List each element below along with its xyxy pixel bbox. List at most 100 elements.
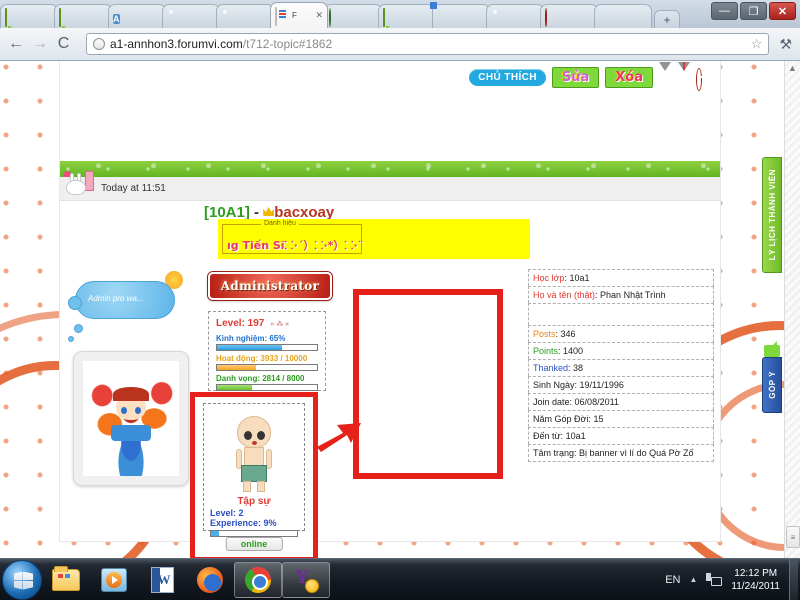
browser-tab-title: F — [292, 11, 297, 20]
page-viewport: CHỦ THÍCH Sửa Xóa Today at 11:51 [10A1] … — [0, 61, 800, 558]
forum-post-toolbar: CHỦ THÍCH Sửa Xóa — [60, 61, 720, 91]
google-icon — [437, 9, 452, 24]
browser-tab-bar: A F ✕ + — ❐ ✕ — [0, 0, 800, 28]
red-drop-icon — [221, 9, 236, 24]
chibi-rank-text: Tập sự — [237, 496, 271, 507]
firefox-taskbar-icon[interactable] — [186, 561, 234, 599]
explorer-taskbar-icon[interactable] — [42, 561, 90, 599]
danh-hieu-fieldset: Danh hiệu ıg Tiến Sĩ⸬·´）⸬·*）⸬·¨ — [222, 220, 363, 254]
info-row-empty — [528, 303, 714, 325]
activity-progress-bar — [216, 364, 318, 371]
red-drop-icon — [491, 9, 506, 24]
side-tab-feedback[interactable]: GÓP Ý — [762, 345, 782, 413]
browser-tab-12[interactable] — [594, 4, 652, 28]
chibi-level-text: Level: 2 — [210, 508, 244, 518]
experience-label: Kinh nghiệm: 65% — [216, 334, 286, 343]
danh-hieu-banner: Danh hiệu ıg Tiến Sĩ⸬·´）⸬·*）⸬·¨ — [218, 219, 530, 259]
side-tab-green-label: LÝ LỊCH THÀNH VIÊN — [767, 169, 777, 261]
system-tray: EN ▲ 12:12 PM 11/24/2011 — [665, 558, 800, 600]
funnel-icon[interactable] — [659, 61, 672, 88]
screen-root: A F ✕ + — ❐ ✕ ← → C a1-annhon3.forumvi.c… — [0, 0, 800, 600]
bunny-mascot-icon — [64, 170, 100, 197]
reputation-label: Danh vọng: 2814 / 8000 — [216, 374, 305, 383]
media-player-taskbar-icon[interactable] — [90, 561, 138, 599]
maximize-button[interactable]: ❐ — [740, 2, 767, 20]
url-host: a1-annhon3.forumvi.com — [110, 37, 243, 51]
browser-tab-4[interactable] — [162, 4, 220, 28]
red-drop-icon — [167, 9, 182, 24]
show-desktop-button[interactable] — [789, 558, 798, 600]
chrome-taskbar-icon[interactable] — [234, 561, 282, 598]
info-row: Sinh Ngày: 19/11/1996 — [528, 376, 714, 393]
green-speech-icon — [59, 8, 74, 27]
clock-date: 11/24/2011 — [731, 580, 780, 592]
speech-bubble-dot — [74, 324, 83, 333]
browser-tab-2[interactable] — [54, 4, 112, 28]
rank-badge-label: Administrator — [220, 279, 320, 293]
avatar — [73, 351, 189, 486]
annotation-rectangle — [353, 289, 503, 479]
browser-tab-7[interactable] — [324, 4, 382, 28]
no-entry-icon[interactable] — [697, 68, 710, 90]
yahoo-messenger-taskbar-icon[interactable]: Y — [282, 561, 330, 598]
delete-post-button[interactable]: Xóa — [605, 66, 653, 88]
info-row: Tâm trạng: Bị banner vì lí do Quá Pờ Zố — [528, 444, 714, 462]
browser-tab-5[interactable] — [216, 4, 274, 28]
browser-tab-3[interactable]: A — [108, 4, 166, 28]
url-path: /t712-topic#1862 — [242, 37, 333, 51]
crown-icon — [263, 207, 275, 216]
browser-tab-8[interactable] — [378, 4, 436, 28]
chat-bubble-icon — [764, 345, 780, 357]
clock-time: 12:12 PM — [734, 567, 778, 579]
info-row: Posts: 346 — [528, 325, 714, 342]
tray-expand-caret-icon[interactable]: ▲ — [690, 575, 698, 584]
side-tab-member-profile[interactable]: LÝ LỊCH THÀNH VIÊN — [762, 157, 782, 273]
chu-thich-button[interactable]: CHỦ THÍCH — [469, 68, 546, 86]
colorful-flower-icon — [599, 9, 614, 24]
address-bar[interactable]: a1-annhon3.forumvi.com/t712-topic#1862 ☆ — [86, 33, 770, 55]
page-globe-icon — [93, 38, 105, 50]
page-scrollbar[interactable]: ▲ ≡ — [784, 61, 800, 558]
avatar-image — [83, 361, 179, 476]
window-controls: — ❐ ✕ — [711, 2, 796, 20]
start-button[interactable] — [2, 559, 42, 600]
reload-button[interactable]: C — [56, 35, 71, 53]
notebook-pencil-icon — [275, 7, 290, 26]
funnel-alert-icon[interactable] — [678, 61, 691, 88]
browser-tab-10[interactable] — [486, 4, 544, 28]
earth-pencil-icon — [329, 8, 344, 27]
chibi-experience-bar — [210, 530, 298, 537]
forward-button[interactable]: → — [32, 35, 48, 53]
minimize-button[interactable]: — — [711, 2, 738, 20]
annotation-arrow-icon — [317, 421, 361, 453]
chibi-avatar-highlight-box: Tập sự Level: 2 Experience: 9% online — [190, 392, 318, 558]
network-icon[interactable] — [706, 573, 723, 586]
browser-tab-1[interactable] — [0, 4, 58, 28]
info-row: Thanked: 38 — [528, 359, 714, 376]
red-bug-icon — [545, 8, 560, 27]
browser-tab-active[interactable]: F ✕ — [270, 2, 328, 28]
wrench-menu-icon[interactable]: ⚒ — [779, 36, 792, 53]
close-window-button[interactable]: ✕ — [769, 2, 796, 20]
info-row: Join date: 06/08/2011 — [528, 393, 714, 410]
scroll-up-arrow-icon[interactable]: ▲ — [788, 63, 797, 73]
bookmark-star-icon[interactable]: ☆ — [751, 36, 763, 52]
scrollbar-thumb[interactable]: ≡ — [786, 526, 800, 548]
clock[interactable]: 12:12 PM 11/24/2011 — [731, 567, 780, 593]
edit-post-button[interactable]: Sửa — [551, 66, 600, 88]
word-taskbar-icon[interactable] — [138, 561, 186, 599]
close-icon[interactable]: ✕ — [315, 10, 323, 21]
online-status-badge: online — [225, 537, 283, 551]
user-info-table: Học lớp: 10a1 Họ và tên (thật): Phan Nhậ… — [528, 269, 714, 462]
info-row: Họ và tên (thật): Phan Nhật Trình — [528, 286, 714, 303]
side-tab-blue-label: GÓP Ý — [767, 371, 777, 399]
chibi-avatar-panel: Tập sự Level: 2 Experience: 9% — [203, 403, 305, 537]
browser-tab-9[interactable] — [432, 4, 490, 28]
back-button[interactable]: ← — [8, 35, 24, 53]
browser-tab-11[interactable] — [540, 4, 598, 28]
new-tab-button[interactable]: + — [654, 10, 680, 28]
reputation-progress-bar — [216, 384, 318, 391]
info-row: Năm Góp Đời: 15 — [528, 410, 714, 427]
chibi-experience-text: Experience: 9% — [210, 518, 277, 528]
language-indicator[interactable]: EN — [665, 574, 680, 586]
